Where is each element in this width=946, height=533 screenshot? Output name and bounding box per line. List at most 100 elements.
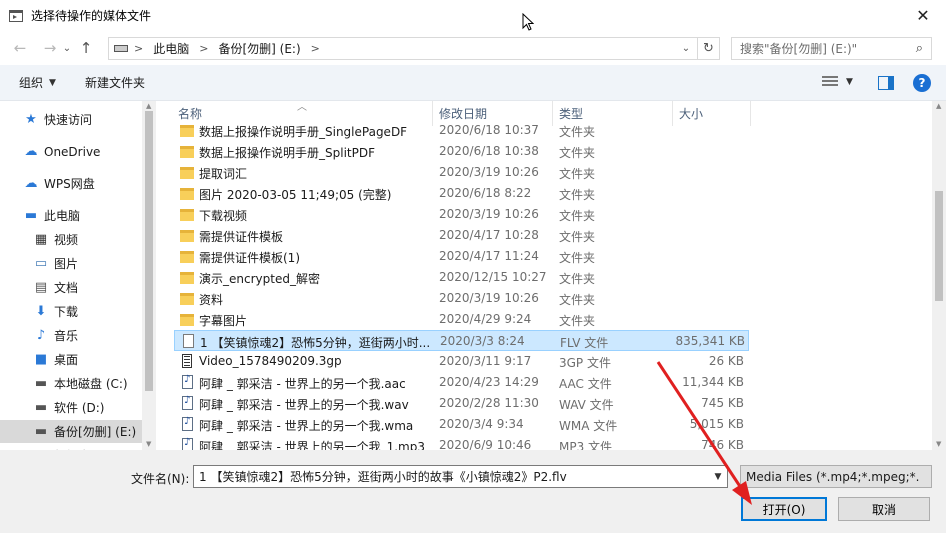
file-date: 2020/6/9 10:46 — [439, 438, 532, 450]
sidebar-item[interactable]: ★ 快速访问 — [0, 108, 142, 131]
file-date: 2020/6/18 8:22 — [439, 186, 532, 200]
mouse-cursor-icon — [522, 13, 534, 31]
file-list-scroll-thumb[interactable] — [935, 191, 943, 301]
sidebar-item[interactable]: ▬ 软件 (D:) — [0, 396, 142, 419]
window-title: 选择待操作的媒体文件 — [31, 9, 152, 23]
file-size: 746 KB — [701, 438, 744, 450]
sidebar-item[interactable]: ☁ WPS网盘 — [0, 172, 142, 195]
chevron-down-icon: ▼ — [49, 77, 56, 88]
sidebar-scroll-thumb[interactable] — [145, 111, 153, 391]
file-date: 2020/6/18 10:37 — [439, 123, 539, 137]
file-row[interactable]: 提取词汇 2020/3/19 10:26 文件夹 — [174, 162, 749, 183]
forward-button[interactable]: → — [39, 37, 61, 59]
search-input[interactable]: 搜索"备份[勿删] (E:)" ⌕ — [731, 37, 932, 60]
new-folder-button[interactable]: 新建文件夹 — [85, 74, 145, 91]
file-row[interactable]: 需提供证件模板 2020/4/17 10:28 文件夹 — [174, 225, 749, 246]
file-type-filter-value: Media Files (*.mp4;*.mpeg;*. — [746, 469, 920, 484]
breadcrumb-this-pc[interactable]: 此电脑 — [153, 40, 189, 57]
address-bar[interactable]: > 此电脑 > 备份[勿删] (E:) > ⌄ ↻ — [108, 37, 720, 60]
file-date: 2020/3/19 10:26 — [439, 207, 539, 221]
organize-button[interactable]: 组织 ▼ — [19, 74, 56, 91]
close-button[interactable]: ✕ — [900, 0, 946, 31]
chevron-down-icon[interactable]: ▼ — [846, 77, 853, 87]
view-options-icon[interactable] — [822, 76, 838, 90]
sidebar-item[interactable]: ▦ 视频 — [0, 228, 142, 251]
file-type: 3GP 文件 — [559, 356, 611, 370]
scroll-up-icon[interactable]: ▲ — [936, 102, 941, 110]
sidebar-item[interactable]: ▬ 备份[勿删] (E:) — [0, 420, 142, 443]
dialog-footer: 文件名(N): 1 【笑镇惊魂2】恐怖5分钟，逛街两小时的故事《小镇惊魂2》P2… — [0, 450, 946, 533]
filename-value: 1 【笑镇惊魂2】恐怖5分钟，逛街两小时的故事《小镇惊魂2》P2.flv — [199, 470, 567, 484]
file-row[interactable]: 字幕图片 2020/4/29 9:24 文件夹 — [174, 309, 749, 330]
sidebar-item[interactable]: ■ 桌面 — [0, 348, 142, 371]
file-row[interactable]: 阿肆 _ 郭采洁 - 世界上的另一个我.aac 2020/4/23 14:29 AA… — [174, 372, 749, 393]
file-date: 2020/4/17 11:24 — [439, 249, 539, 263]
sidebar-item[interactable]: ♪ 音乐 — [0, 324, 142, 347]
file-row[interactable]: 阿肆 _ 郭采洁 - 世界上的另一个我.wav 2020/2/28 11:30 WA… — [174, 393, 749, 414]
file-row[interactable]: 阿肆 _ 郭采洁 - 世界上的另一个我.wma 2020/3/4 9:34 WMA … — [174, 414, 749, 435]
sidebar-item-label: 图片 — [54, 257, 79, 271]
search-icon[interactable]: ⌕ — [916, 41, 923, 56]
folder-icon — [180, 167, 194, 179]
command-toolbar: 组织 ▼ 新建文件夹 ▼ ? — [0, 65, 946, 101]
sidebar-item-label: 此电脑 — [44, 209, 81, 223]
file-list-scrollbar[interactable]: ▲ ▼ — [932, 101, 946, 450]
file-size: 11,344 KB — [682, 375, 744, 389]
file-row[interactable]: 演示_encrypted_解密 2020/12/15 10:27 文件夹 — [174, 267, 749, 288]
sidebar-item-label: 桌面 — [54, 353, 79, 367]
recent-locations-button[interactable]: ⌄ — [61, 37, 73, 59]
help-icon[interactable]: ? — [913, 74, 931, 92]
refresh-icon[interactable]: ↻ — [697, 38, 719, 59]
filename-input[interactable]: 1 【笑镇惊魂2】恐怖5分钟，逛街两小时的故事《小镇惊魂2》P2.flv ▼ — [193, 465, 728, 488]
up-button[interactable]: ↑ — [75, 37, 97, 59]
pictures-folder-icon: ▭ — [34, 256, 48, 271]
chevron-down-icon[interactable]: ▼ — [709, 466, 727, 487]
title-bar: 选择待操作的媒体文件 ✕ — [0, 0, 946, 31]
search-placeholder: 搜索"备份[勿删] (E:)" — [740, 42, 858, 56]
audio-icon — [182, 374, 193, 389]
sidebar-item[interactable]: ▬ 本地磁盘 (C:) — [0, 372, 142, 395]
file-type: 文件夹 — [559, 251, 596, 265]
sidebar-item[interactable]: ⬇ 下载 — [0, 300, 142, 323]
file-row[interactable]: 数据上报操作说明手册_SplitPDF 2020/6/18 10:38 文件夹 — [174, 141, 749, 162]
file-date: 2020/2/28 11:30 — [439, 396, 539, 410]
file-row[interactable]: 1 【笑镇惊魂2】恐怖5分钟，逛街两小时... 2020/3/3 8:24 FLV … — [174, 330, 749, 351]
scroll-up-icon[interactable]: ▲ — [146, 102, 151, 110]
file-row[interactable]: 下载视频 2020/3/19 10:26 文件夹 — [174, 204, 749, 225]
video-icon — [182, 354, 192, 368]
file-row[interactable]: 图片 2020-03-05 11;49;05 (完整) 2020/6/18 8:2… — [174, 183, 749, 204]
scroll-down-icon[interactable]: ▼ — [146, 440, 151, 448]
preview-pane-icon[interactable] — [878, 76, 894, 90]
sidebar-scrollbar[interactable]: ▲ ▼ — [142, 101, 155, 450]
breadcrumb-drive-e[interactable]: 备份[勿删] (E:) — [218, 40, 300, 57]
file-name: 阿肆 _ 郭采洁 - 世界上的另一个我.aac — [199, 377, 406, 391]
sidebar-item[interactable]: ▤ 文档 — [0, 276, 142, 299]
file-name: 需提供证件模板 — [199, 230, 284, 244]
file-date: 2020/3/4 9:34 — [439, 417, 524, 431]
cancel-button[interactable]: 取消 — [838, 497, 930, 521]
download-icon: ⬇ — [35, 304, 47, 319]
audio-icon — [182, 416, 193, 431]
file-date: 2020/3/19 10:26 — [439, 165, 539, 179]
cloud-icon: ☁ — [24, 176, 38, 191]
file-type: 文件夹 — [559, 293, 596, 307]
back-button[interactable]: ← — [9, 37, 31, 59]
file-row[interactable]: 需提供证件模板(1) 2020/4/17 11:24 文件夹 — [174, 246, 749, 267]
sidebar-item[interactable]: ☁ OneDrive — [0, 140, 142, 163]
address-dropdown-icon[interactable]: ⌄ — [677, 38, 695, 59]
breadcrumb-separator: > — [134, 42, 144, 55]
file-type-filter[interactable]: Media Files (*.mp4;*.mpeg;*. — [740, 465, 932, 488]
file-row[interactable]: 数据上报操作说明手册_SinglePageDF 2020/6/18 10:37 文件… — [174, 120, 749, 141]
scroll-down-icon[interactable]: ▼ — [936, 440, 941, 448]
sidebar-item-label: 快速访问 — [44, 113, 93, 127]
sidebar-item[interactable]: ▬ 此电脑 — [0, 204, 142, 227]
sidebar-item[interactable]: ▭ 图片 — [0, 252, 142, 275]
file-row[interactable]: Video_1578490209.3gp 2020/3/11 9:17 3GP 文件… — [174, 351, 749, 372]
file-row[interactable]: 阿肆 _ 郭采洁 - 世界上的另一个我_1.mp3 2020/6/9 10:46 M… — [174, 435, 749, 450]
file-row[interactable]: 资料 2020/3/19 10:26 文件夹 — [174, 288, 749, 309]
file-date: 2020/3/3 8:24 — [440, 334, 525, 348]
file-type: 文件夹 — [559, 230, 596, 244]
navigation-bar: ← → ⌄ ↑ > 此电脑 > 备份[勿删] (E:) > ⌄ ↻ 搜索"备份[… — [0, 31, 946, 65]
file-date: 2020/3/11 9:17 — [439, 354, 532, 368]
open-button[interactable]: 打开(O) — [741, 497, 827, 521]
